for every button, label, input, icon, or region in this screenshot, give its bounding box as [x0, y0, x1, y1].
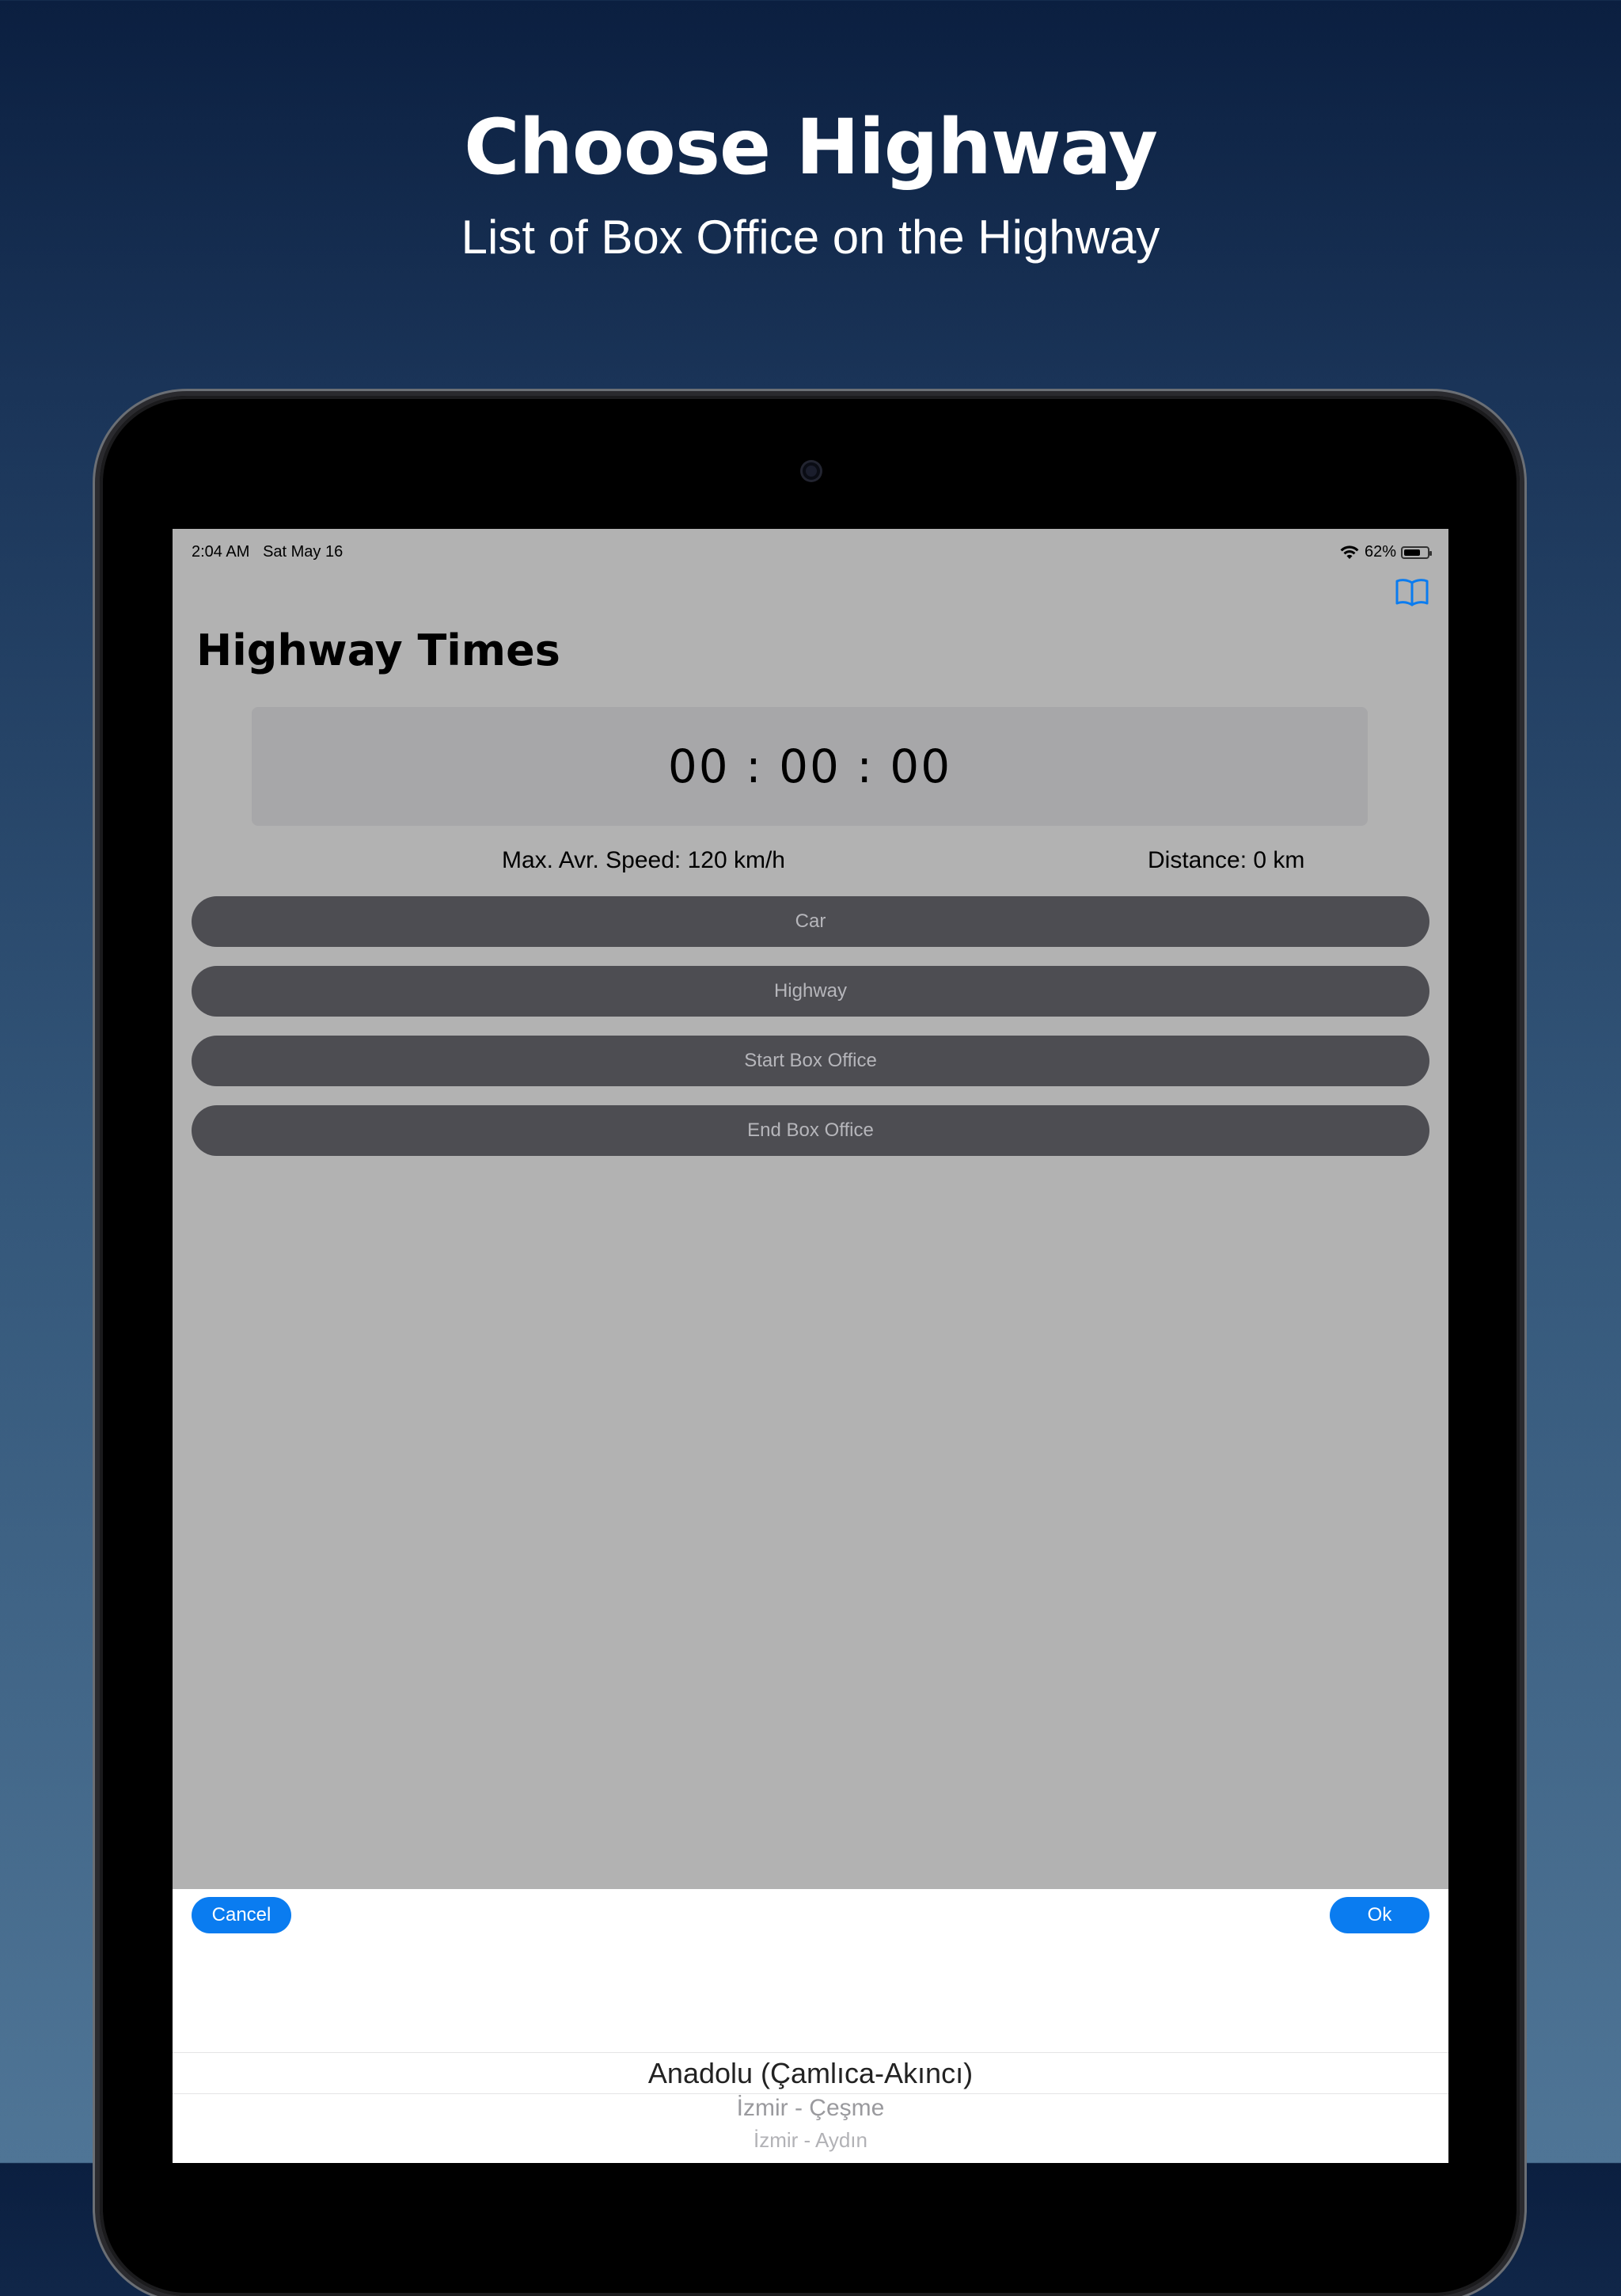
- page-title: Highway Times: [196, 625, 560, 675]
- picker-option[interactable]: İzmir - Çeşme: [173, 2095, 1448, 2122]
- start-box-office-button[interactable]: Start Box Office: [192, 1036, 1429, 1086]
- highway-picker: Cancel Ok Anadolu (Çamlıca-Akıncı) İzmir…: [173, 1889, 1448, 2163]
- distance-label: Distance: 0 km: [1148, 847, 1305, 873]
- app-screen: 2:04 AM Sat May 16 62% Highway Times 00 …: [173, 529, 1448, 2163]
- cancel-button[interactable]: Cancel: [192, 1897, 291, 1933]
- picker-option-selected[interactable]: Anadolu (Çamlıca-Akıncı): [173, 2057, 1448, 2090]
- battery-icon: [1401, 545, 1432, 559]
- picker-selection-bottom: [173, 2093, 1448, 2094]
- timer-display: 00 : 00 : 00: [252, 707, 1368, 826]
- status-date: Sat May 16: [263, 543, 344, 561]
- highway-button[interactable]: Highway: [192, 966, 1429, 1017]
- wifi-icon: [1340, 545, 1359, 559]
- end-box-office-button[interactable]: End Box Office: [192, 1105, 1429, 1156]
- max-speed-label: Max. Avr. Speed: 120 km/h: [502, 847, 785, 873]
- promo-subheadline: List of Box Office on the Highway: [461, 211, 1160, 264]
- car-button[interactable]: Car: [192, 896, 1429, 947]
- ok-button[interactable]: Ok: [1330, 1897, 1429, 1933]
- camera-icon: [803, 462, 820, 480]
- promo-headline: Choose Highway: [464, 103, 1158, 192]
- picker-selection-top: [173, 2052, 1448, 2053]
- status-indicators: 62%: [1339, 543, 1432, 561]
- book-icon[interactable]: [1395, 576, 1429, 608]
- status-bar: 2:04 AM Sat May 16 62%: [192, 535, 1432, 561]
- picker-option[interactable]: İzmir - Aydın: [173, 2128, 1448, 2153]
- timer-value: 00 : 00 : 00: [667, 739, 952, 793]
- status-time-date: 2:04 AM Sat May 16: [192, 543, 343, 561]
- status-time: 2:04 AM: [192, 543, 250, 561]
- battery-percent: 62%: [1364, 543, 1396, 561]
